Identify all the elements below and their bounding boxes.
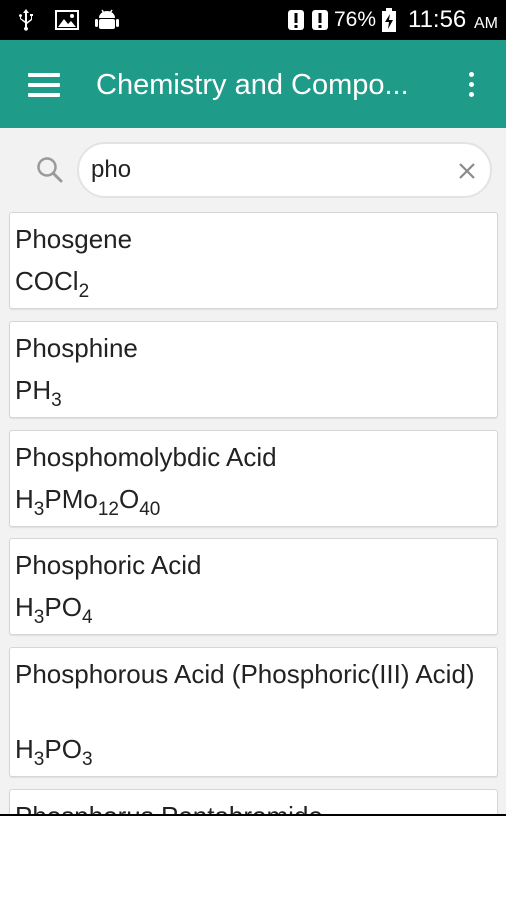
- search-field: [77, 142, 492, 198]
- list-item[interactable]: Phosphorous Acid (Phosphoric(III) Acid) …: [9, 647, 498, 777]
- compound-name: Phosphorous Acid (Phosphoric(III) Acid): [15, 659, 475, 689]
- compound-name: Phosphine: [15, 333, 138, 363]
- compound-formula: COCl2: [15, 266, 90, 302]
- app-bar: Chemistry and Compo...: [0, 40, 506, 128]
- compound-formula: H3PO4: [15, 592, 93, 628]
- compound-name: Phosphomolybdic Acid: [15, 442, 277, 472]
- list-item[interactable]: Phosphomolybdic Acid H3PMo12O40: [9, 430, 498, 527]
- formula-subscript: 3: [33, 749, 45, 770]
- search-bar: [0, 128, 506, 208]
- clock-time: 11:56: [408, 6, 467, 33]
- android-debug-icon: [93, 8, 121, 32]
- formula-subscript: 4: [81, 607, 93, 628]
- battery-charging-icon: [380, 8, 398, 32]
- compound-formula: PH3: [15, 375, 62, 411]
- formula-subscript: 3: [33, 499, 45, 520]
- search-icon: [36, 156, 64, 189]
- list-item[interactable]: Phosphoric Acid H3PO4: [9, 538, 498, 635]
- usb-icon: [16, 8, 36, 32]
- menu-button[interactable]: [28, 73, 60, 97]
- formula-subscript: 3: [51, 390, 62, 411]
- formula-subscript: 40: [139, 499, 161, 520]
- menu-icon: [28, 73, 60, 77]
- more-vert-icon: [469, 72, 474, 77]
- formula-subscript: 3: [33, 607, 45, 628]
- battery-percent: 76%: [334, 8, 377, 31]
- compound-name: Phosgene: [15, 224, 133, 254]
- formula-subscript: 12: [97, 499, 119, 520]
- compound-formula: H3PO3: [15, 734, 93, 770]
- close-icon: [459, 163, 475, 179]
- alert-icon: [310, 8, 330, 32]
- alert-icon: [286, 8, 306, 32]
- clear-search-button[interactable]: [457, 161, 477, 181]
- compound-formula: H3PMo12O40: [15, 484, 161, 520]
- image-icon: [54, 8, 80, 32]
- formula-subscript: 3: [81, 749, 93, 770]
- formula-subscript: 2: [78, 281, 90, 302]
- compound-name: Phosphoric Acid: [15, 550, 202, 580]
- list-item[interactable]: Phosgene COCl2: [9, 212, 498, 309]
- bottom-panel: [0, 814, 506, 900]
- clock-ampm: AM: [474, 15, 498, 32]
- app-title: Chemistry and Compo...: [96, 69, 409, 101]
- list-item[interactable]: Phosphine PH3: [9, 321, 498, 418]
- search-input[interactable]: [91, 154, 431, 186]
- overflow-menu-button[interactable]: [462, 70, 480, 100]
- status-bar: 76% 11:56 AM: [0, 0, 506, 40]
